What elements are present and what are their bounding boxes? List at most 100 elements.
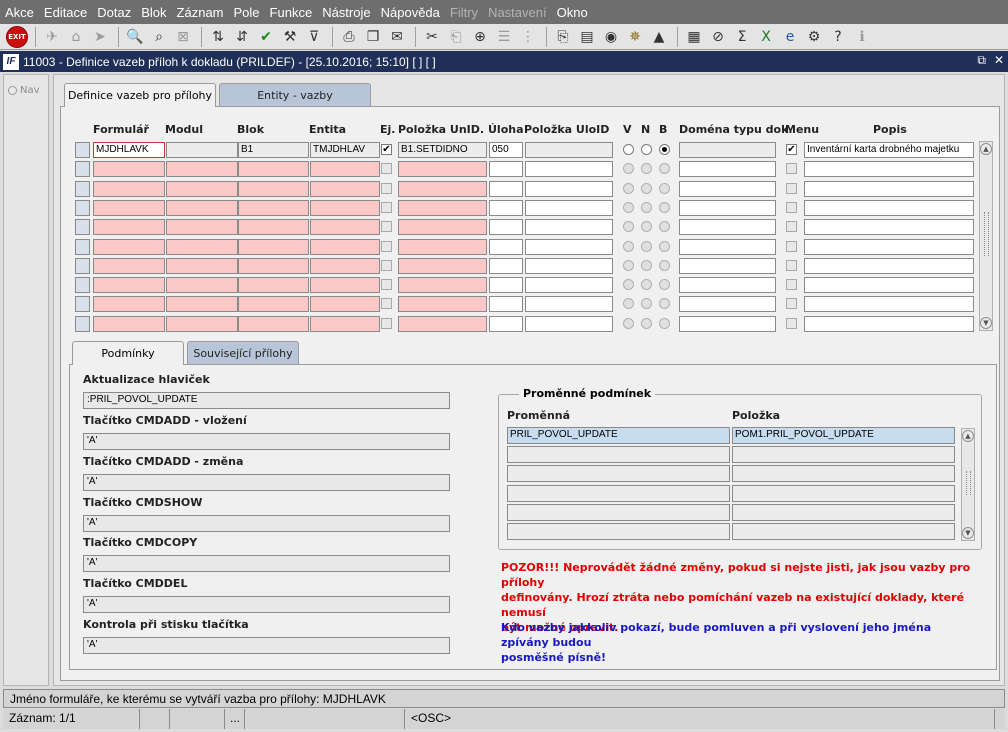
condition-field[interactable]: 'A': [83, 473, 450, 491]
uloha-cell[interactable]: [489, 219, 523, 236]
domena-cell[interactable]: [679, 277, 776, 294]
chart-icon[interactable]: ▦: [683, 26, 705, 48]
polozka-uloid-cell[interactable]: [525, 180, 613, 197]
domena-cell[interactable]: [679, 315, 776, 332]
condition-field[interactable]: 'A': [83, 555, 450, 573]
polozka-unid-cell[interactable]: B1.SETDIDNO: [398, 142, 487, 158]
uloha-cell[interactable]: [489, 238, 523, 255]
formular-cell[interactable]: [93, 277, 165, 294]
print-preview-icon[interactable]: ⌂: [65, 26, 87, 48]
radio-b[interactable]: [659, 144, 670, 155]
radio-n[interactable]: [641, 240, 652, 252]
radio-n[interactable]: [641, 144, 652, 155]
menu-item-8[interactable]: Nápověda: [376, 5, 445, 20]
tab-definice-vazeb[interactable]: Definice vazeb pro přílohy: [64, 83, 216, 107]
polozka-uloid-cell[interactable]: [525, 296, 613, 313]
domena-cell[interactable]: [679, 219, 776, 236]
radio-b[interactable]: [659, 259, 670, 271]
mail-icon[interactable]: ✉: [386, 26, 408, 48]
radio-b[interactable]: [659, 317, 670, 329]
entita-cell[interactable]: TMJDHLAV: [310, 142, 380, 158]
condition-field[interactable]: 'A': [83, 637, 450, 654]
domena-cell[interactable]: [679, 238, 776, 255]
entita-cell[interactable]: [310, 238, 380, 255]
entita-cell[interactable]: [310, 257, 380, 274]
variable-cell[interactable]: [507, 446, 730, 464]
polozka-uloid-cell[interactable]: [525, 161, 613, 178]
excel-icon[interactable]: X: [755, 26, 777, 48]
mountain-icon[interactable]: ▲: [648, 26, 670, 48]
item-cell[interactable]: [732, 465, 955, 483]
menu-item-1[interactable]: Editace: [39, 5, 92, 20]
send-icon[interactable]: ➤: [89, 26, 111, 48]
menu-checkbox[interactable]: [786, 317, 797, 329]
variables-scrollbar[interactable]: ▲ ▼: [961, 428, 975, 541]
globe-icon[interactable]: ◉: [600, 26, 622, 48]
row-selector[interactable]: [75, 161, 90, 178]
row-selector[interactable]: [75, 296, 90, 313]
radio-v[interactable]: [623, 317, 634, 329]
row-selector[interactable]: [75, 238, 90, 255]
ej-checkbox[interactable]: [381, 221, 392, 233]
row-selector[interactable]: [75, 199, 90, 216]
radio-b[interactable]: [659, 201, 670, 213]
modul-cell[interactable]: [166, 238, 238, 255]
info-icon[interactable]: ℹ: [851, 26, 873, 48]
polozka-unid-cell[interactable]: [398, 238, 487, 255]
item-cell[interactable]: [732, 446, 955, 464]
no-entry-icon[interactable]: ⊘: [707, 26, 729, 48]
menu-item-9[interactable]: Filtry: [445, 5, 483, 20]
menu-item-3[interactable]: Blok: [136, 5, 171, 20]
tools-icon[interactable]: ⚙: [803, 26, 825, 48]
sort-ascending-icon[interactable]: ⇅: [207, 26, 229, 48]
uloha-cell[interactable]: [489, 161, 523, 178]
modul-cell[interactable]: [166, 277, 238, 294]
blok-cell[interactable]: [238, 257, 309, 274]
row-selector[interactable]: [75, 315, 90, 332]
helm-icon[interactable]: ✵: [624, 26, 646, 48]
menu-item-6[interactable]: Funkce: [265, 5, 318, 20]
menu-item-0[interactable]: Akce: [0, 5, 39, 20]
radio-v[interactable]: [623, 279, 634, 291]
popis-cell[interactable]: [804, 315, 974, 332]
modul-cell[interactable]: [166, 180, 238, 197]
variable-cell[interactable]: [507, 484, 730, 502]
polozka-uloid-cell[interactable]: [525, 277, 613, 294]
cancel-query-icon[interactable]: ⊠: [172, 26, 194, 48]
radio-b[interactable]: [659, 240, 670, 252]
radio-v[interactable]: [623, 163, 634, 175]
menu-checkbox[interactable]: [786, 240, 797, 252]
radio-n[interactable]: [641, 317, 652, 329]
menu-item-2[interactable]: Dotaz: [92, 5, 136, 20]
ej-checkbox[interactable]: [381, 240, 392, 252]
radio-n[interactable]: [641, 163, 652, 175]
radio-v[interactable]: [623, 182, 634, 194]
blok-cell[interactable]: [238, 296, 309, 313]
scroll-up-icon[interactable]: ▲: [980, 143, 992, 155]
popis-cell[interactable]: [804, 161, 974, 178]
polozka-unid-cell[interactable]: [398, 277, 487, 294]
radio-v[interactable]: [623, 240, 634, 252]
ej-checkbox[interactable]: [381, 182, 392, 194]
radio-b[interactable]: [659, 298, 670, 310]
explorer-icon[interactable]: e: [779, 26, 801, 48]
item-cell[interactable]: [732, 523, 955, 540]
polozka-unid-cell[interactable]: [398, 296, 487, 313]
radio-b[interactable]: [659, 163, 670, 175]
menu-checkbox[interactable]: ✔: [786, 144, 797, 155]
polozka-unid-cell[interactable]: [398, 219, 487, 236]
copy-icon[interactable]: ❐: [362, 26, 384, 48]
aktualizace-field[interactable]: :PRIL_POVOL_UPDATE: [83, 392, 450, 409]
radio-n[interactable]: [641, 279, 652, 291]
radio-n[interactable]: [641, 259, 652, 271]
blok-cell[interactable]: [238, 315, 309, 332]
tab-souvisejici-prilohy[interactable]: Související přílohy: [187, 341, 299, 365]
domena-cell[interactable]: [679, 257, 776, 274]
paste-icon[interactable]: ⎗: [445, 26, 467, 48]
polozka-unid-cell[interactable]: [398, 180, 487, 197]
radio-v[interactable]: [623, 201, 634, 213]
entita-cell[interactable]: [310, 219, 380, 236]
modul-cell[interactable]: [166, 257, 238, 274]
blok-cell[interactable]: B1: [238, 142, 309, 158]
modul-cell[interactable]: [166, 161, 238, 178]
